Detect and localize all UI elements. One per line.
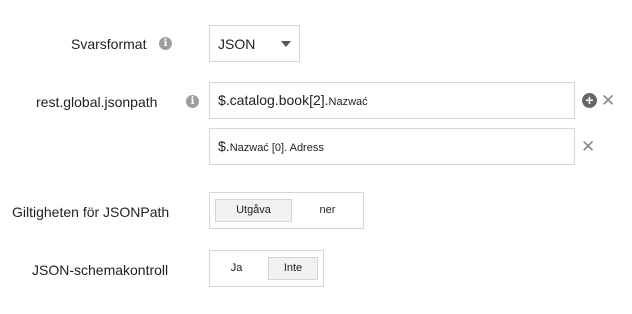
- jsonpath-input-2[interactable]: $.Nazwać [0]. Adress: [209, 128, 575, 165]
- schema-check-label: JSON-schemakontroll: [32, 262, 169, 278]
- jsonpath-1-prefix: $.catalog.book[2].: [218, 92, 329, 108]
- plus-circle-icon[interactable]: +: [582, 93, 597, 108]
- option-ja[interactable]: Ja: [216, 257, 257, 280]
- response-format-select[interactable]: JSON: [209, 25, 300, 62]
- schema-check-toggle: Ja Inte: [209, 250, 324, 287]
- response-format-label: Svarsformat: [71, 36, 147, 52]
- jsonpath-input-1[interactable]: $.catalog.book[2].Nazwać: [209, 82, 575, 119]
- jsonpath-label: rest.global.jsonpath: [36, 94, 158, 110]
- jsonpath-2-suffix: [0]. Adress: [268, 142, 324, 154]
- jsonpath-validity-label: Giltigheten för JSONPath: [12, 204, 170, 220]
- close-icon[interactable]: ✕: [581, 138, 595, 155]
- option-inte[interactable]: Inte: [268, 257, 318, 280]
- option-ner[interactable]: ner: [300, 199, 355, 222]
- info-icon[interactable]: i: [159, 37, 172, 50]
- jsonpath-2-prefix: $.: [218, 138, 230, 154]
- chevron-down-icon: [281, 41, 291, 47]
- info-icon[interactable]: i: [186, 95, 199, 108]
- jsonpath-1-suffix: Nazwać: [328, 96, 368, 108]
- option-utgava[interactable]: Utgåva: [215, 199, 292, 222]
- jsonpath-validity-toggle: Utgåva ner: [209, 192, 364, 229]
- response-format-value: JSON: [218, 36, 256, 52]
- jsonpath-2-mid: Nazwać: [229, 142, 269, 154]
- close-icon[interactable]: ✕: [601, 92, 615, 109]
